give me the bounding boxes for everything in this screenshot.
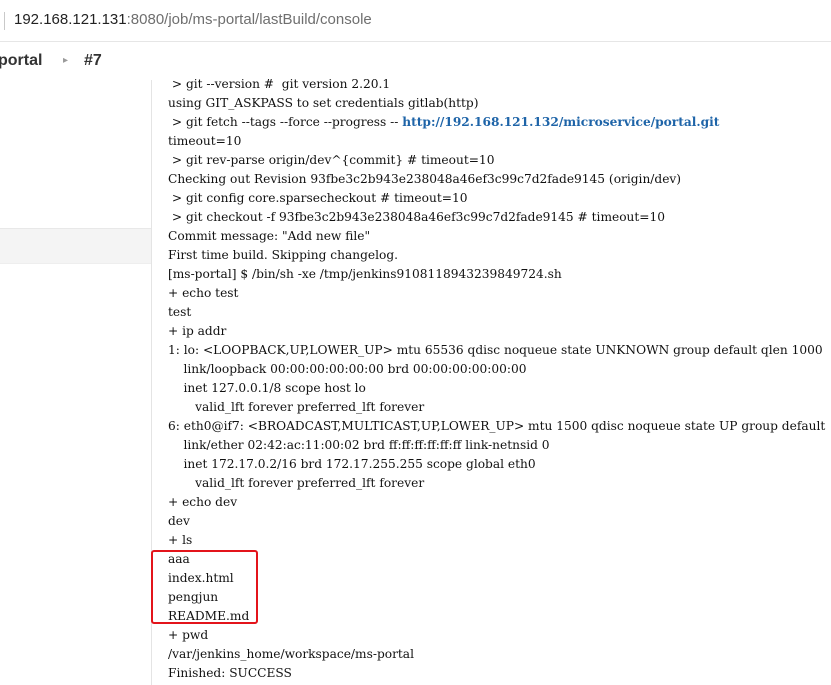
- console-line: Finished: SUCCESS: [168, 666, 292, 680]
- console-output: > git --version # git version 2.20.1 usi…: [168, 75, 831, 685]
- console-line: inet 172.17.0.2/16 brd 172.17.255.255 sc…: [168, 457, 536, 471]
- breadcrumb-build-link[interactable]: #7: [84, 52, 102, 70]
- console-line: 1: lo: <LOOPBACK,UP,LOWER_UP> mtu 65536 …: [168, 343, 823, 357]
- console-line: dev: [168, 514, 190, 528]
- console-line-text: > git fetch --tags --force --progress --: [168, 115, 403, 129]
- console-line: inet 127.0.0.1/8 scope host lo: [168, 381, 366, 395]
- console-line: Checking out Revision 93fbe3c2b943e23804…: [168, 172, 682, 186]
- console-line: + ip addr: [168, 324, 227, 338]
- console-line: valid_lft forever preferred_lft forever: [168, 400, 425, 414]
- highlight-box: [151, 550, 258, 624]
- console-line: /var/jenkins_home/workspace/ms-portal: [168, 647, 414, 661]
- console-line: timeout=10: [168, 134, 242, 148]
- console-line: Commit message: "Add new file": [168, 229, 371, 243]
- url-host: 192.168.121.131: [14, 11, 127, 28]
- address-bar-divider: [4, 12, 5, 30]
- console-line: First time build. Skipping changelog.: [168, 248, 399, 262]
- repo-url-link[interactable]: http://192.168.121.132/microservice/port…: [402, 115, 719, 129]
- breadcrumb-job-link[interactable]: portal: [0, 52, 42, 70]
- console-line: link/ether 02:42:ac:11:00:02 brd ff:ff:f…: [168, 438, 550, 452]
- address-bar[interactable]: 192.168.121.131:8080/job/ms-portal/lastB…: [0, 0, 831, 42]
- console-line: 6: eth0@if7: <BROADCAST,MULTICAST,UP,LOW…: [168, 419, 826, 433]
- console-line: + ls: [168, 533, 193, 547]
- console-line: using GIT_ASKPASS to set credentials git…: [168, 96, 479, 110]
- sidebar-section: [0, 80, 151, 229]
- console-line: > git fetch --tags --force --progress --…: [168, 113, 720, 132]
- sidebar: [0, 80, 152, 685]
- sidebar-item-selected[interactable]: [0, 228, 151, 264]
- console-line: test: [168, 305, 192, 319]
- console-line: [ms-portal] $ /bin/sh -xe /tmp/jenkins91…: [168, 267, 562, 281]
- url-path: :8080/job/ms-portal/lastBuild/console: [126, 11, 372, 28]
- console-line: + echo dev: [168, 495, 238, 509]
- url-text[interactable]: 192.168.121.131:8080/job/ms-portal/lastB…: [14, 11, 372, 28]
- console-line: > git config core.sparsecheckout # timeo…: [168, 191, 468, 205]
- breadcrumb-chevron-icon[interactable]: ▸: [63, 55, 68, 66]
- console-line: > git rev-parse origin/dev^{commit} # ti…: [168, 153, 495, 167]
- console-line: link/loopback 00:00:00:00:00:00 brd 00:0…: [168, 362, 527, 376]
- console-line: > git checkout -f 93fbe3c2b943e238048a46…: [168, 210, 666, 224]
- console-line: + pwd: [168, 628, 209, 642]
- console-line: > git --version # git version 2.20.1: [168, 77, 391, 91]
- console-line: valid_lft forever preferred_lft forever: [168, 476, 425, 490]
- console-line: + echo test: [168, 286, 239, 300]
